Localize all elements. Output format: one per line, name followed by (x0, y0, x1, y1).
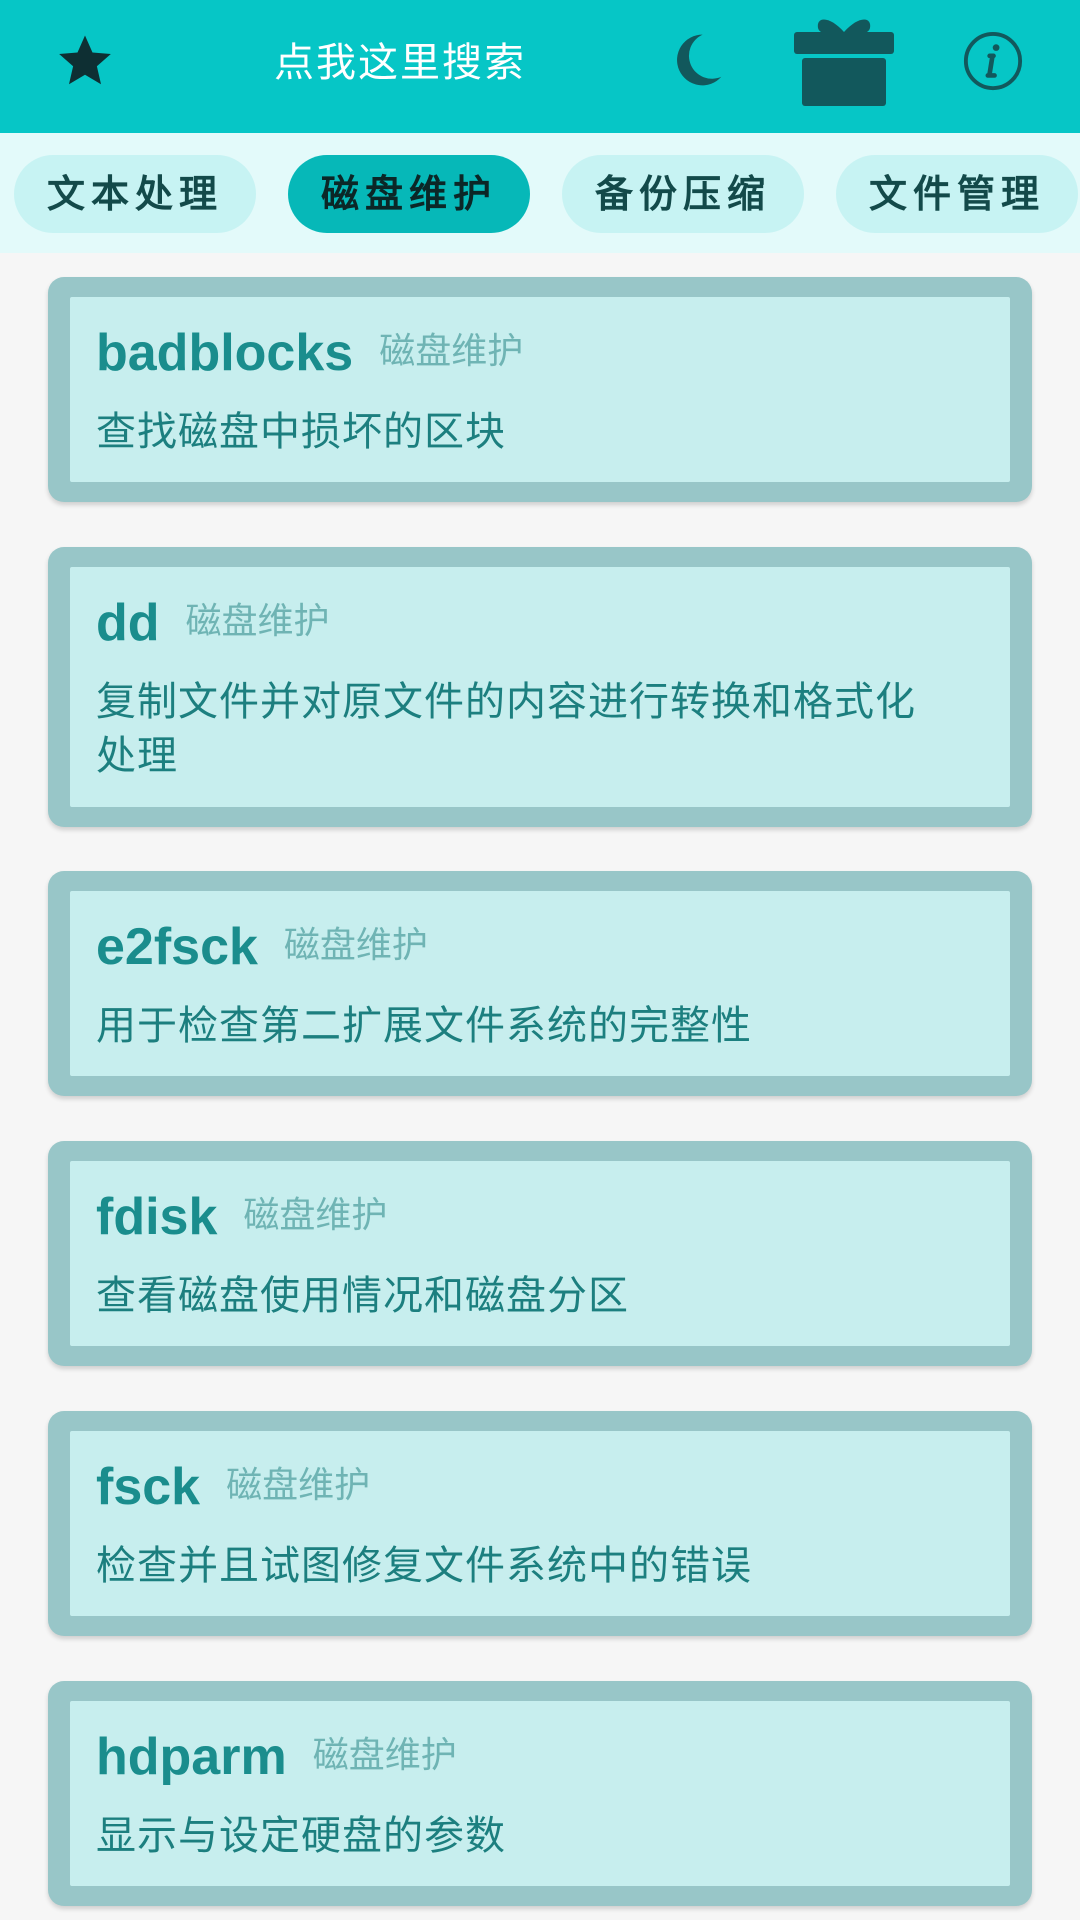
command-description: 检查并且试图修复文件系统中的错误 (96, 1543, 752, 1589)
command-category: 磁盘维护 (283, 925, 428, 967)
command-category: 磁盘维护 (243, 1195, 388, 1237)
command-name: e2fsck (96, 918, 258, 976)
moon-icon[interactable] (658, 22, 734, 98)
command-description: 用于检查第二扩展文件系统的完整性 (96, 1003, 752, 1049)
search-button[interactable]: 点我这里搜索 (200, 30, 600, 96)
command-name: dd (96, 594, 160, 652)
star-icon[interactable] (50, 25, 120, 95)
command-category: 磁盘维护 (312, 1735, 457, 1777)
command-category: 磁盘维护 (185, 601, 330, 643)
info-icon[interactable] (958, 26, 1028, 96)
command-card[interactable]: e2fsck 磁盘维护 用于检查第二扩展文件系统的完整性 (48, 871, 1032, 1096)
command-card[interactable]: fsck 磁盘维护 检查并且试图修复文件系统中的错误 (48, 1411, 1032, 1636)
command-name: hdparm (96, 1728, 287, 1786)
command-category: 磁盘维护 (226, 1465, 371, 1507)
tab-disk-maintenance[interactable]: 磁盘维护 (288, 155, 530, 233)
gift-icon[interactable] (790, 10, 898, 110)
command-list: badblocks 磁盘维护 查找磁盘中损坏的区块 dd 磁盘维护 复制文件并对原文… (0, 253, 1080, 1920)
command-card[interactable]: badblocks 磁盘维护 查找磁盘中损坏的区块 (48, 277, 1032, 502)
command-card[interactable]: fdisk 磁盘维护 查看磁盘使用情况和磁盘分区 (48, 1141, 1032, 1366)
top-app-bar: 点我这里搜索 (0, 0, 1080, 133)
command-name: fsck (96, 1458, 201, 1516)
command-name: badblocks (96, 324, 354, 382)
command-description: 查找磁盘中损坏的区块 (96, 409, 506, 455)
command-card[interactable]: hdparm 磁盘维护 显示与设定硬盘的参数 (48, 1681, 1032, 1906)
tab-text-processing[interactable]: 文本处理 (14, 155, 256, 233)
command-card[interactable]: dd 磁盘维护 复制文件并对原文件的内容进行转换和格式化处理 (48, 547, 1032, 827)
command-description: 显示与设定硬盘的参数 (96, 1813, 506, 1859)
tab-backup-compress[interactable]: 备份压缩 (562, 155, 804, 233)
tab-file-management[interactable]: 文件管理 (836, 155, 1078, 233)
category-tabs: 文本处理 磁盘维护 备份压缩 文件管理 (0, 133, 1080, 253)
command-name: fdisk (96, 1188, 218, 1246)
command-category: 磁盘维护 (379, 331, 524, 373)
command-description: 复制文件并对原文件的内容进行转换和格式化处理 (96, 679, 916, 779)
command-description: 查看磁盘使用情况和磁盘分区 (96, 1273, 629, 1319)
